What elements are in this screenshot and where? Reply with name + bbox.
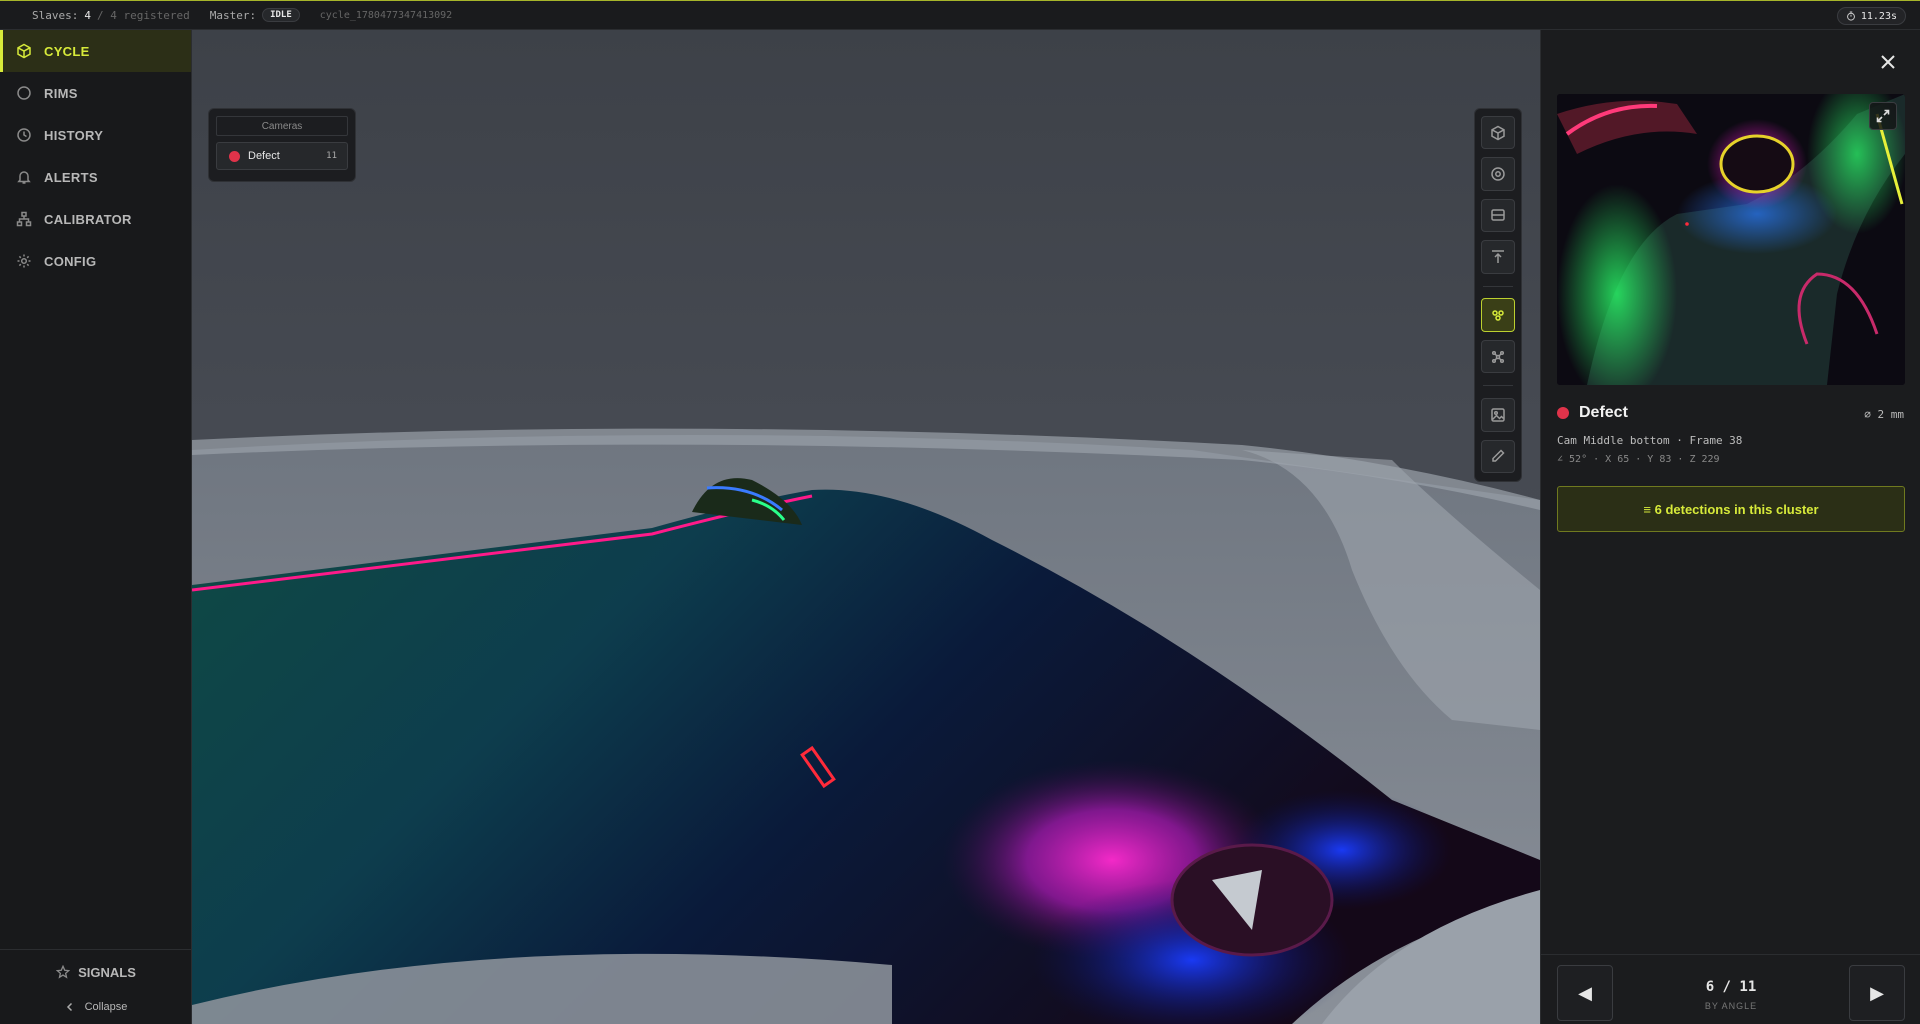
expand-icon <box>1876 109 1890 123</box>
close-icon <box>1881 55 1895 69</box>
signal-icon <box>56 965 71 979</box>
rim-3d-render[interactable] <box>192 30 1540 1024</box>
sidebar-item-label: RIMS <box>44 85 78 101</box>
collapse-button[interactable]: Collapse <box>0 994 192 1020</box>
sidebar-item-config[interactable]: CONFIG <box>0 240 191 282</box>
slaves-registered: / 4 registered <box>96 8 190 22</box>
sidebar-item-alerts[interactable]: ALERTS <box>0 156 191 198</box>
bell-icon <box>17 171 31 184</box>
scatter-icon <box>1491 350 1505 363</box>
clock-icon <box>17 128 31 142</box>
next-icon: ▶ <box>1870 982 1884 1003</box>
cycle-id: cycle_1780477347413092 <box>319 9 453 21</box>
pencil-button[interactable] <box>1481 439 1515 473</box>
sidebar-item-label: CYCLE <box>44 43 90 59</box>
sidebar-item-label: ALERTS <box>44 169 98 185</box>
defect-dot <box>229 150 240 162</box>
sidebar: CYCLE RIMS HISTORY ALERTS CALIBRATOR CON… <box>0 30 192 1024</box>
detection-size: ⌀ 2 mm <box>1864 408 1904 421</box>
defect-dot <box>1557 407 1569 419</box>
sidebar-item-label: HISTORY <box>44 127 104 143</box>
section-button[interactable] <box>1481 198 1515 233</box>
target-icon <box>1491 167 1505 181</box>
gear-icon <box>17 254 31 268</box>
cluster-button[interactable] <box>1481 298 1515 332</box>
sidebar-item-cycle[interactable]: CYCLE <box>0 30 191 72</box>
toolbar-divider <box>1483 385 1513 387</box>
camera-item-label: Defect <box>248 150 280 162</box>
slaves-count: 4 <box>84 8 91 22</box>
sidebar-footer: SIGNALS Collapse <box>0 949 192 1024</box>
target-button[interactable] <box>1481 157 1515 191</box>
detection-frame-image[interactable] <box>1557 94 1905 385</box>
cube-view-icon <box>1491 125 1505 141</box>
chevron-left-icon <box>66 1002 72 1012</box>
hierarchy-icon <box>16 211 32 227</box>
defect-frame-render <box>1557 94 1905 385</box>
cycle-timer: 11.23s <box>1836 7 1906 25</box>
pencil-icon <box>1492 449 1505 463</box>
section-icon <box>1491 209 1505 222</box>
sidebar-item-label: CALIBRATOR <box>44 211 132 227</box>
master-state-badge: IDLE <box>262 8 300 22</box>
close-panel-button[interactable] <box>1878 52 1898 72</box>
cluster-detections-button[interactable]: ≡ 6 detections in this cluster <box>1557 486 1905 532</box>
image-button[interactable] <box>1481 398 1515 432</box>
detection-meta: Cam Middle bottom · Frame 38 <box>1557 434 1743 447</box>
next-button[interactable]: ▶ <box>1849 965 1905 1021</box>
cube-view-button[interactable] <box>1481 116 1515 150</box>
sidebar-item-rims[interactable]: RIMS <box>0 72 191 114</box>
sidebar-item-calibrator[interactable]: CALIBRATOR <box>0 198 191 240</box>
viewport-toolbar <box>1474 108 1522 482</box>
detection-detail-panel: Defect ⌀ 2 mm Cam Middle bottom · Frame … <box>1540 30 1920 1024</box>
cube-icon <box>17 43 31 59</box>
detection-title-label: Defect <box>1579 404 1628 421</box>
top-status-bar: Slaves: 4 / 4 registered Master: IDLE cy… <box>0 0 1920 30</box>
timer-value: 11.23s <box>1860 10 1897 22</box>
cluster-icon <box>1492 310 1504 321</box>
slaves-label: Slaves: <box>32 8 79 22</box>
toolbar-divider <box>1483 285 1513 287</box>
detection-pager: ◀ 6 / 11 BY ANGLE ▶ <box>1541 954 1920 1024</box>
detection-title: Defect <box>1557 404 1628 422</box>
master-label: Master: <box>209 8 257 22</box>
expand-image-button[interactable] <box>1869 102 1897 130</box>
sidebar-item-history[interactable]: HISTORY <box>0 114 191 156</box>
collapse-label: Collapse <box>84 1001 128 1013</box>
camera-item-count: 11 <box>326 151 337 161</box>
signals-label: SIGNALS <box>78 964 136 980</box>
cameras-panel: Cameras Defect 11 <box>208 108 356 182</box>
circle-icon <box>17 86 31 100</box>
scatter-button[interactable] <box>1481 339 1515 374</box>
camera-item-defect[interactable]: Defect 11 <box>216 142 348 170</box>
stopwatch-icon <box>1846 11 1855 21</box>
align-top-button[interactable] <box>1481 240 1515 274</box>
3d-viewport[interactable]: Cameras Defect 11 <box>192 30 1540 1024</box>
sidebar-item-label: CONFIG <box>44 253 97 269</box>
slaves-status: Slaves: 4 / 4 registered <box>32 9 190 22</box>
signals-button[interactable]: SIGNALS <box>0 950 192 994</box>
master-status: Master: IDLE <box>210 8 300 22</box>
cameras-title: Cameras <box>216 116 348 136</box>
detection-coords: ∠ 52° · X 65 · Y 83 · Z 229 <box>1557 454 1720 465</box>
align-top-icon <box>1492 250 1504 263</box>
image-icon <box>1491 408 1505 422</box>
